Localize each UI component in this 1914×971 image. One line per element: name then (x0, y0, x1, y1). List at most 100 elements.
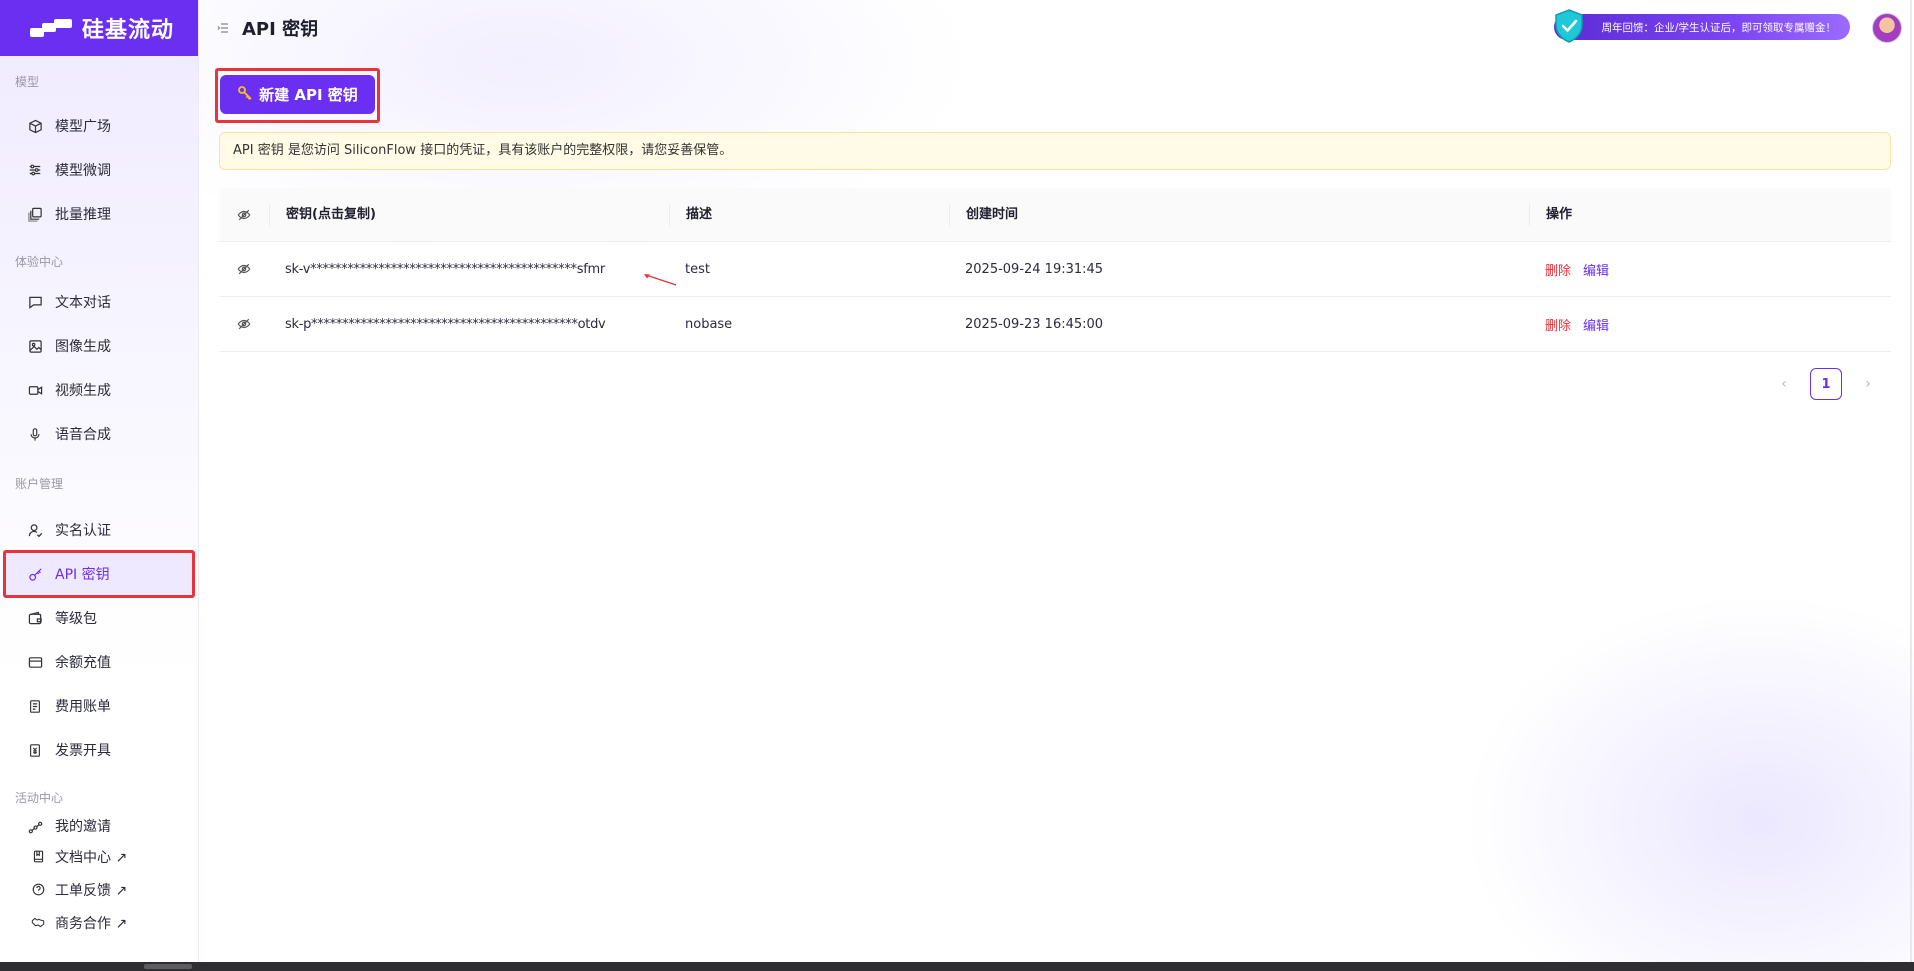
layers-icon (27, 206, 43, 222)
delete-key-link[interactable]: 删除 (1545, 315, 1571, 334)
sidebar-item-api-keys[interactable]: API 密钥 (3, 550, 195, 598)
scrollbar-thumb[interactable] (144, 964, 192, 969)
sidebar-item-label: 批量推理 (55, 207, 111, 223)
pagination: ‹ 1 › (1776, 368, 1876, 400)
created-time-cell: 2025-09-24 19:31:45 (965, 261, 1104, 277)
sidebar-item-fine-tune[interactable]: 模型微调 (0, 148, 198, 192)
sidebar-item-level-pack[interactable]: 等级包 (0, 596, 198, 640)
help-icon (31, 883, 45, 897)
nav-group-title: 活动中心 (15, 791, 64, 805)
brand-logo[interactable]: 硅基流动 (0, 0, 198, 56)
sliders-icon (27, 162, 43, 178)
api-key-value[interactable]: sk-v************************************… (285, 262, 605, 277)
sidebar-item-label: 语音合成 (55, 427, 111, 443)
mic-icon (27, 426, 43, 442)
column-header-created: 创建时间 (949, 203, 1529, 226)
collapse-menu-icon[interactable] (216, 21, 230, 35)
sidebar: 硅基流动 模型 模型广场 模型微调 批量推理 体验中心 文本对话 图像生成 视频… (0, 0, 199, 962)
promo-text: 周年回馈：企业/学生认证后，即可领取专属赠金！ (1601, 21, 1836, 34)
prev-page-icon[interactable]: ‹ (1776, 376, 1792, 392)
api-key-cell[interactable]: sk-p************************************… (269, 317, 669, 332)
sidebar-item-recharge[interactable]: 余额充值 (0, 640, 198, 684)
api-key-notice: API 密钥 是您访问 SiliconFlow 接口的凭证，具有该账户的完整权限… (219, 132, 1891, 170)
column-header-actions: 操作 (1529, 203, 1891, 226)
toggle-key-visibility[interactable] (219, 317, 269, 331)
cube-icon (27, 118, 43, 134)
edit-key-link[interactable]: 编辑 (1583, 260, 1609, 279)
sidebar-item-verification[interactable]: 实名认证 (0, 508, 198, 552)
credit-card-icon (27, 654, 43, 670)
sidebar-item-billing[interactable]: 费用账单 (0, 684, 198, 728)
delete-key-link[interactable]: 删除 (1545, 260, 1571, 279)
sidebar-item-batch-inference[interactable]: 批量推理 (0, 192, 198, 236)
eye-off-icon (237, 263, 251, 275)
sidebar-item-label: 我的邀请 (55, 819, 111, 835)
wallet-icon (27, 610, 43, 626)
top-bar: API 密钥 周年回馈：企业/学生认证后，即可领取专属赠金！ (200, 0, 1914, 56)
video-icon (27, 382, 43, 398)
sidebar-item-speech[interactable]: 语音合成 (0, 412, 198, 456)
annotation-arrow (644, 273, 677, 286)
shield-check-icon (1555, 9, 1583, 43)
new-api-key-label: 新建 API 密钥 (259, 86, 358, 104)
sidebar-item-label: 图像生成 (55, 339, 111, 355)
chat-icon (27, 294, 43, 310)
page-number-current[interactable]: 1 (1810, 368, 1842, 400)
eye-off-icon (237, 318, 251, 330)
api-key-value[interactable]: sk-p************************************… (285, 317, 606, 332)
created-time-cell: 2025-09-23 16:45:00 (965, 316, 1104, 332)
api-keys-table: 密钥(点击复制) 描述 创建时间 操作 sk-v****************… (219, 188, 1891, 352)
external-link-label: 文档中心 ↗ (55, 849, 128, 866)
key-icon (27, 566, 43, 582)
external-link-tickets[interactable]: 工单反馈 ↗ (0, 873, 198, 906)
page-title: API 密钥 (242, 19, 319, 40)
api-key-cell[interactable]: sk-v************************************… (269, 262, 677, 286)
sidebar-item-text-chat[interactable]: 文本对话 (0, 280, 198, 324)
toggle-all-visibility[interactable] (219, 208, 269, 222)
external-link-business[interactable]: 商务合作 ↗ (0, 906, 198, 939)
book-icon (31, 850, 45, 864)
sidebar-item-video-gen[interactable]: 视频生成 (0, 368, 198, 412)
handshake-icon (31, 916, 45, 930)
actions-cell: 删除 编辑 (1529, 260, 1891, 279)
sidebar-item-label: API 密钥 (55, 567, 110, 583)
app-window: 硅基流动 模型 模型广场 模型微调 批量推理 体验中心 文本对话 图像生成 视频… (0, 0, 1914, 971)
logo-icon (30, 19, 72, 37)
edit-key-link[interactable]: 编辑 (1583, 315, 1609, 334)
nav-group-title: 体验中心 (15, 255, 64, 269)
table-row: sk-v************************************… (219, 242, 1891, 297)
external-link-docs[interactable]: 文档中心 ↗ (0, 840, 198, 873)
sidebar-item-label: 视频生成 (55, 383, 111, 399)
nav-group-title: 账户管理 (15, 477, 64, 491)
brand-name: 硅基流动 (82, 18, 175, 43)
next-page-icon[interactable]: › (1860, 376, 1876, 392)
sidebar-item-model-square[interactable]: 模型广场 (0, 104, 198, 148)
image-icon (27, 338, 43, 354)
sidebar-item-label: 模型微调 (55, 163, 111, 179)
invoice-icon (27, 742, 43, 758)
sidebar-item-invitations[interactable]: 我的邀请 (0, 812, 198, 836)
sidebar-item-label: 模型广场 (55, 119, 111, 135)
table-row: sk-p************************************… (219, 297, 1891, 352)
sidebar-item-image-gen[interactable]: 图像生成 (0, 324, 198, 368)
share-icon (27, 820, 43, 836)
actions-cell: 删除 编辑 (1529, 315, 1891, 334)
sidebar-item-label: 费用账单 (55, 699, 111, 715)
user-avatar[interactable] (1872, 13, 1902, 43)
eye-off-icon (237, 209, 251, 220)
sidebar-item-label: 余额充值 (55, 655, 111, 671)
column-header-key: 密钥(点击复制) (269, 203, 669, 226)
external-link-label: 工单反馈 ↗ (55, 882, 128, 899)
promo-banner[interactable]: 周年回馈：企业/学生认证后，即可领取专属赠金！ (1554, 9, 1850, 43)
user-check-icon (27, 522, 43, 538)
key-icon (237, 85, 253, 105)
table-header: 密钥(点击复制) 描述 创建时间 操作 (219, 188, 1891, 242)
nav-group-title: 模型 (15, 75, 40, 89)
horizontal-scrollbar[interactable] (0, 962, 1914, 971)
toggle-key-visibility[interactable] (219, 262, 269, 276)
new-api-key-button[interactable]: 新建 API 密钥 (220, 75, 375, 114)
vertical-scrollbar[interactable] (1910, 0, 1912, 962)
description-cell: test (685, 261, 710, 277)
sidebar-item-label: 发票开具 (55, 743, 111, 759)
sidebar-item-invoice[interactable]: 发票开具 (0, 728, 198, 772)
